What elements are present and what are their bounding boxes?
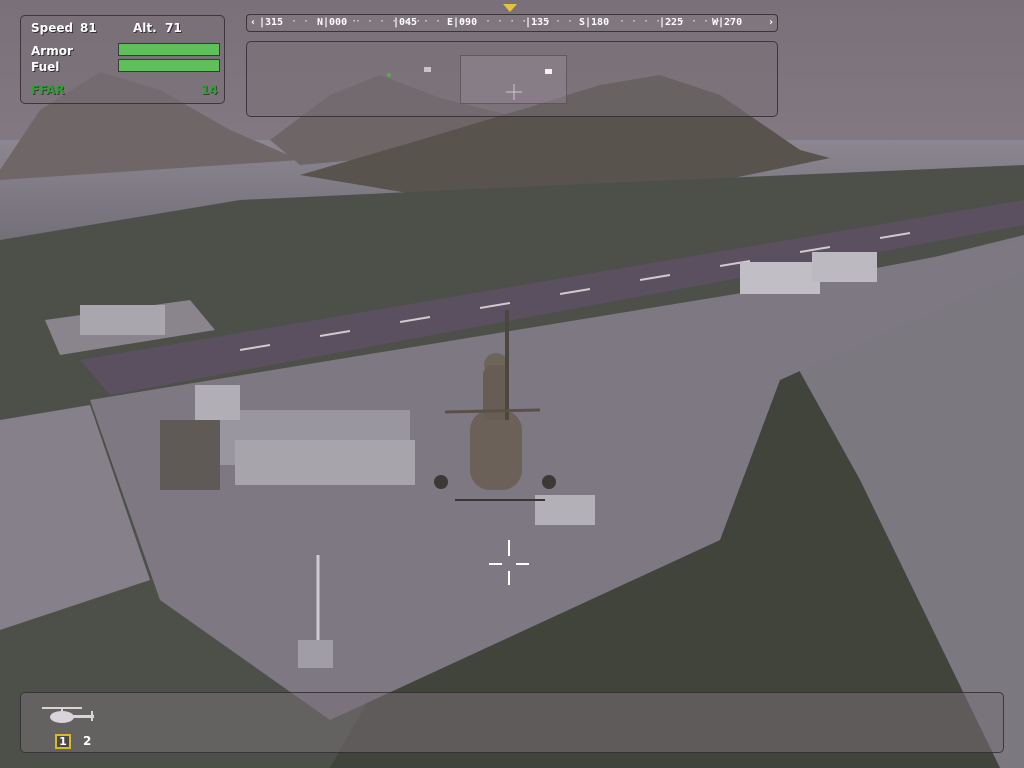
compass-heading-315: |315 — [259, 17, 284, 28]
compass-heading-225: |225 — [659, 17, 684, 28]
radar-blip-friendly — [387, 73, 391, 77]
compass-heading-135: |135 — [525, 17, 550, 28]
fuel-bar-fill — [119, 60, 219, 71]
armor-label: Armor — [31, 44, 73, 58]
fuel-bar — [118, 59, 220, 72]
radar-panel — [246, 41, 778, 117]
fuel-label: Fuel — [31, 60, 60, 74]
altitude-label: Alt. — [133, 21, 157, 35]
armor-bar — [118, 43, 220, 56]
vehicle-bar — [20, 692, 1004, 753]
compass-heading-000: N|000 — [317, 17, 348, 28]
compass-heading-270: W|270 — [712, 17, 743, 28]
armor-bar-fill — [119, 44, 219, 55]
vehicle-slot-2[interactable]: 2 — [83, 734, 91, 748]
vehicle-slot-1[interactable]: 1 — [55, 734, 71, 749]
speed-label: Speed — [31, 21, 74, 35]
radar-blip — [545, 69, 552, 74]
compass-heading-045: |045 — [393, 17, 418, 28]
compass-right-cap: › — [768, 17, 775, 28]
radar-blip — [424, 67, 431, 72]
compass-strip: ‹ |315 · · · · · · N|000 · · · · · · |04… — [246, 14, 778, 32]
compass-heading-090: E|090 — [447, 17, 478, 28]
radar-center-icon — [506, 84, 522, 100]
weapon-name: FFAR — [31, 83, 65, 97]
speed-value: 81 — [80, 21, 97, 35]
compass-heading-180: S|180 — [579, 17, 610, 28]
weapon-ammo: 14 — [201, 83, 218, 97]
heading-marker-icon — [503, 4, 517, 12]
compass-left-cap: ‹ — [250, 17, 257, 28]
radar-view-cone — [460, 55, 567, 104]
altitude-value: 71 — [165, 21, 182, 35]
helicopter-icon — [42, 707, 94, 723]
